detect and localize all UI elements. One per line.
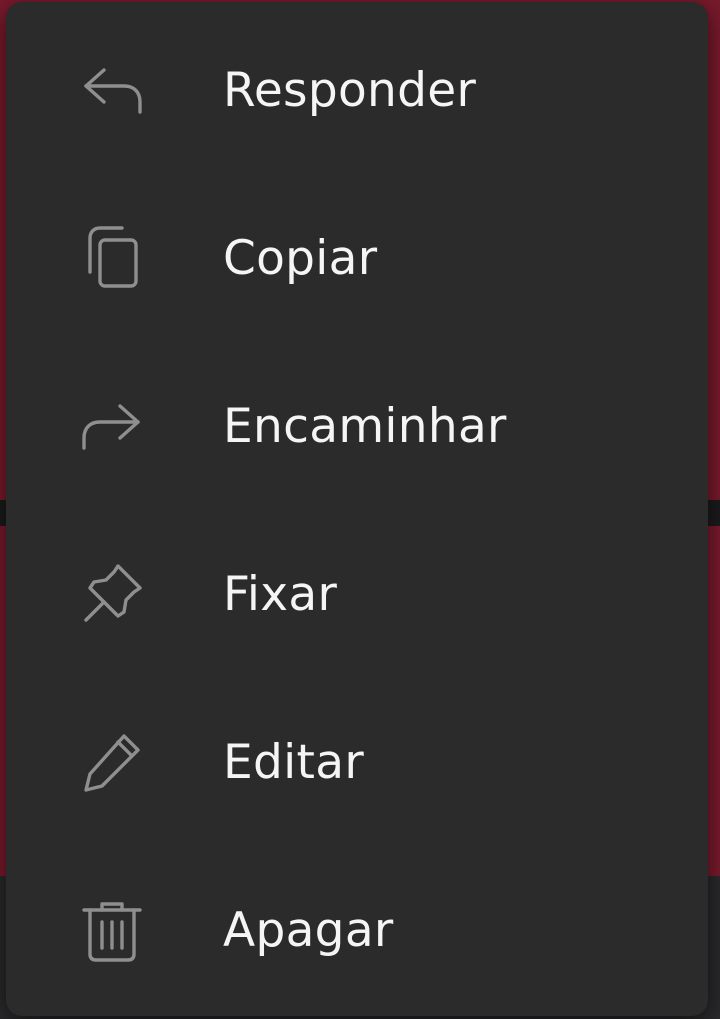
pencil-icon [74,724,150,800]
menu-item-label: Copiar [223,230,378,286]
pin-icon [74,556,150,632]
menu-item-label: Responder [223,62,477,118]
forward-icon [74,388,150,464]
menu-item-delete[interactable]: Apagar [6,846,708,1014]
menu-item-label: Fixar [223,566,338,622]
menu-item-label: Editar [223,734,364,790]
menu-item-label: Encaminhar [223,398,507,454]
menu-item-pin[interactable]: Fixar [6,510,708,678]
menu-item-label: Apagar [223,902,394,958]
menu-item-reply[interactable]: Responder [6,6,708,174]
trash-icon [74,892,150,968]
context-menu: Responder Copiar Encaminhar Fixar Editar… [6,2,708,1016]
menu-item-forward[interactable]: Encaminhar [6,342,708,510]
menu-item-edit[interactable]: Editar [6,678,708,846]
reply-icon [74,52,150,128]
menu-item-copy[interactable]: Copiar [6,174,708,342]
copy-icon [74,220,150,296]
